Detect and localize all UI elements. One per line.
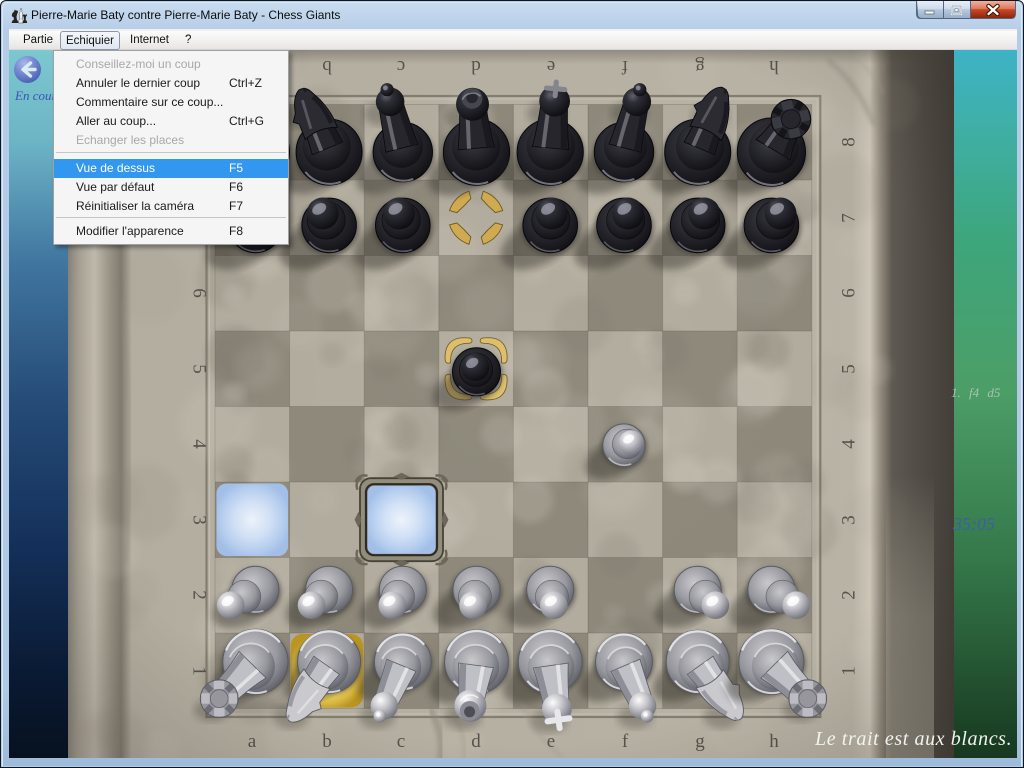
svg-text:1. f4 d5: 1. f4 d5 xyxy=(951,385,1001,400)
svg-text:Le trait est aux blancs.: Le trait est aux blancs. xyxy=(814,728,1012,750)
svg-text:35:05: 35:05 xyxy=(952,514,995,534)
